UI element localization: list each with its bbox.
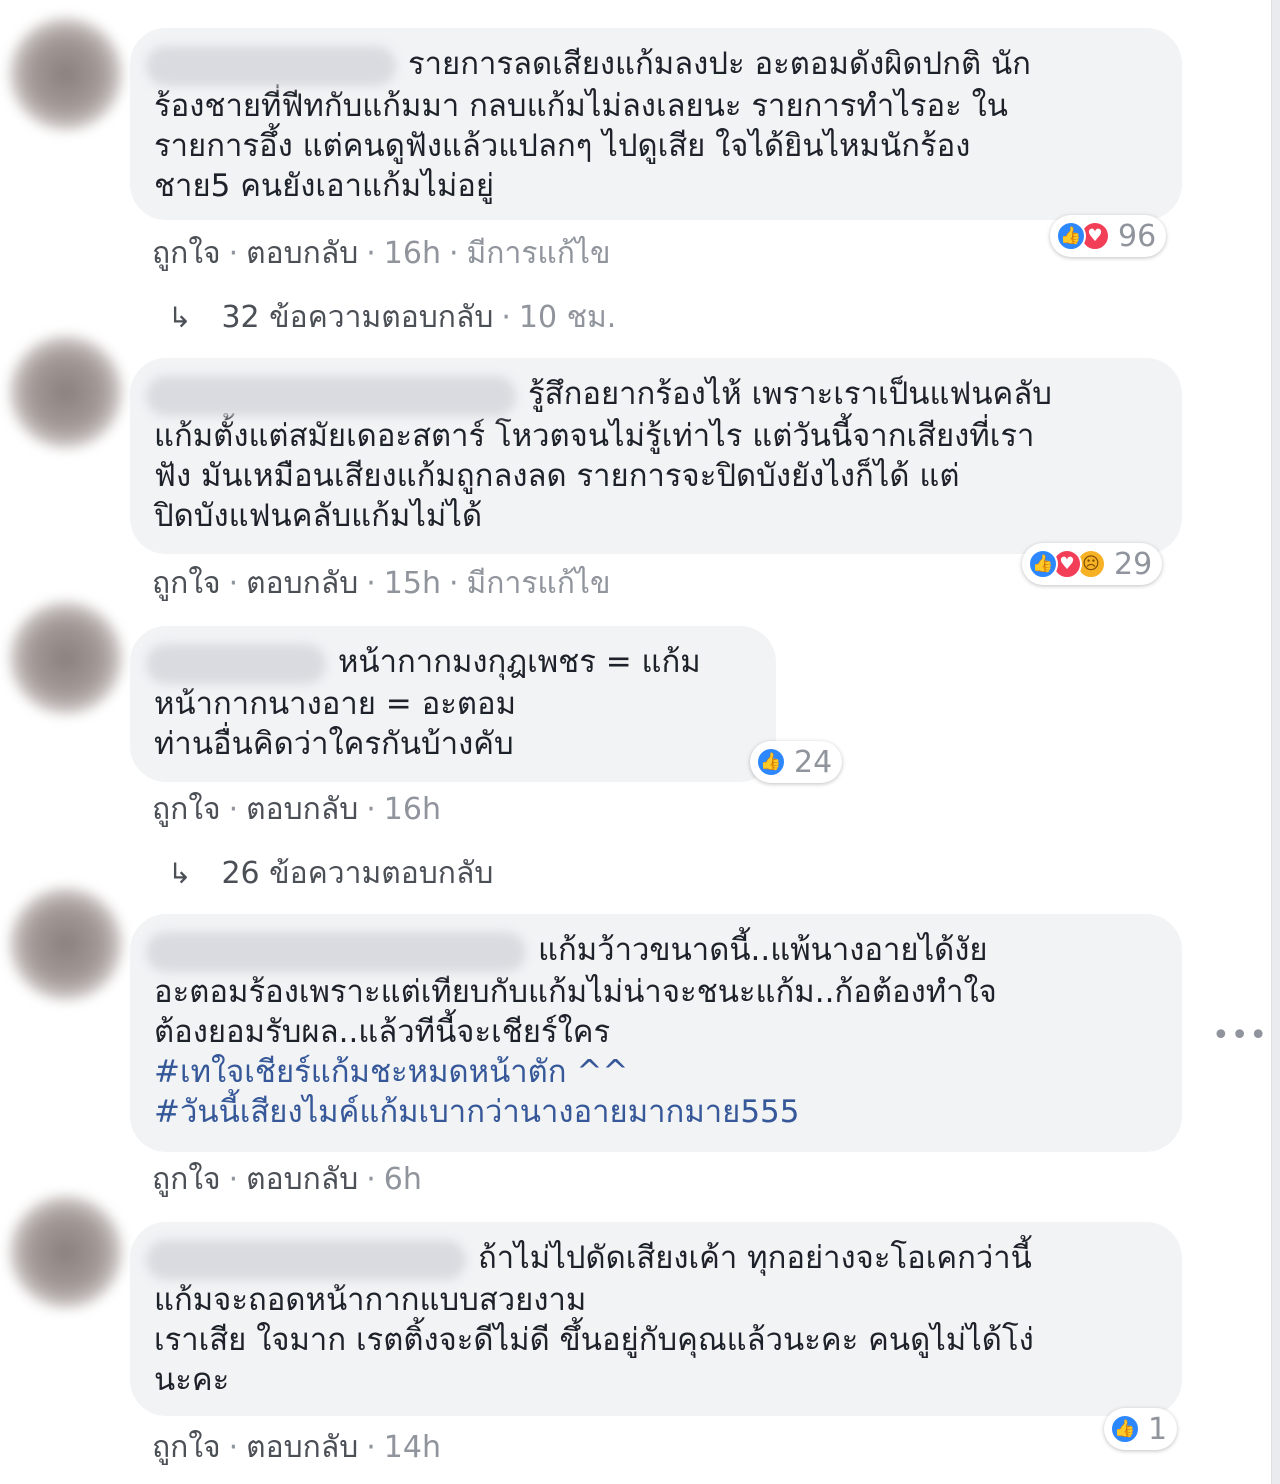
comment-text-line: นะคะ (154, 1361, 230, 1398)
comment-text-line: ปิดบังแฟนคลับแก้มไม่ได้ (154, 497, 483, 534)
hashtag-link[interactable]: #เทใจเชียร์แก้มชะหมดหน้าตัก ^^ (154, 1052, 1152, 1092)
comment-actions: ถูกใจ · ตอบกลับ · 14h (152, 1424, 441, 1471)
like-link[interactable]: ถูกใจ (152, 1162, 221, 1197)
like-link[interactable]: ถูกใจ (152, 236, 221, 271)
like-link[interactable]: ถูกใจ (152, 566, 221, 601)
comment-text-line: ร้องชายที่ฟีทกับแก้มมา กลบแก้มไม่ลงเลยนะ… (154, 87, 1008, 124)
timestamp[interactable]: 14h (384, 1430, 441, 1465)
commenter-name[interactable] (146, 1239, 466, 1280)
replies-time: 10 ชม. (518, 300, 617, 335)
comment-text-line: แก้มตั้งแต่สมัยเดอะสตาร์ โหวตจนไม่รู้เท่… (154, 417, 1035, 454)
comment-text-line: เราเสีย ใจมาก เรตติ้งจะดีไม่ดี ขึ้นอยู่ก… (154, 1321, 1034, 1358)
separator: · (366, 792, 376, 827)
comment-text-line: รายการลดเสียงแก้มลงปะ อะตอมดังผิดปกติ นั… (408, 46, 1031, 82)
reply-link[interactable]: ตอบกลับ (246, 1430, 358, 1465)
reply-link[interactable]: ตอบกลับ (246, 792, 358, 827)
separator: · (448, 236, 459, 271)
separator: · (228, 1430, 239, 1465)
comment-text-line: อะตอมร้องเพราะแต่เทียบกับแก้มไม่น่าจะชนะ… (154, 973, 997, 1010)
edited-label[interactable]: มีการแก้ไข (467, 236, 611, 271)
hashtag-link[interactable]: #วันนี้เสียงไมค์แก้มเบากว่านางอายมากมาย5… (154, 1092, 1152, 1132)
reaction-count: 96 (1118, 218, 1157, 254)
scroll-edge (1271, 0, 1280, 1484)
comment-text-line: ชาย5 คนยังเอาแก้มไม่อยู่ (154, 167, 495, 204)
comment-text-line: แก้มว้าวขนาดนี้..แพ้นางอายได้งัย (538, 932, 988, 968)
more-options-icon[interactable]: ••• (1212, 1018, 1268, 1053)
comment-actions: ถูกใจ · ตอบกลับ · 16h · มีการแก้ไข (152, 230, 611, 277)
reaction-count: 24 (794, 744, 833, 780)
comment-bubble: ถ้าไม่ไปดัดเสียงเค้า ทุกอย่างจะโอเคกว่าน… (130, 1222, 1182, 1416)
avatar[interactable] (10, 18, 122, 130)
avatar[interactable] (10, 1196, 122, 1308)
timestamp[interactable]: 16h (384, 236, 441, 271)
comment-bubble: หน้ากากมงกุฎเพชร = แก้ม หน้ากากนางอาย = … (130, 626, 776, 782)
comment-text-line: ถ้าไม่ไปดัดเสียงเค้า ทุกอย่างจะโอเคกว่าน… (478, 1240, 1032, 1276)
avatar[interactable] (10, 888, 122, 1000)
replies-count: 32 ข้อความตอบกลับ (221, 300, 494, 335)
separator: · (228, 1162, 239, 1197)
separator: · (366, 1430, 376, 1465)
separator: · (366, 236, 376, 271)
replies-count: 26 ข้อความตอบกลับ (221, 856, 494, 891)
view-replies-link[interactable]: ↳ 32 ข้อความตอบกลับ · 10 ชม. (168, 294, 616, 341)
like-link[interactable]: ถูกใจ (152, 792, 221, 827)
like-link[interactable]: ถูกใจ (152, 1430, 221, 1465)
comment-text-line: หน้ากากนางอาย = อะตอม (154, 685, 517, 722)
comment-actions: ถูกใจ · ตอบกลับ · 6h (152, 1156, 422, 1203)
separator: · (448, 566, 459, 601)
reactions-summary[interactable]: 👍 1 (1104, 1408, 1178, 1450)
comment-text-line: แก้มจะถอดหน้ากากแบบสวยงาม (154, 1281, 587, 1318)
timestamp[interactable]: 16h (384, 792, 441, 827)
commenter-name[interactable] (146, 45, 396, 86)
separator: · (366, 566, 376, 601)
commenter-name[interactable] (146, 643, 326, 684)
like-icon: 👍 (1110, 1414, 1140, 1444)
separator: · (366, 1162, 376, 1197)
like-icon: 👍 (1056, 221, 1086, 251)
reactions-summary[interactable]: 👍 ♥ ☹ 29 (1022, 543, 1163, 585)
reaction-count: 29 (1114, 546, 1153, 582)
separator: · (228, 236, 239, 271)
timestamp[interactable]: 15h (384, 566, 441, 601)
like-icon: 👍 (1028, 549, 1058, 579)
reply-arrow-icon: ↳ (168, 857, 192, 890)
comment-actions: ถูกใจ · ตอบกลับ · 16h (152, 786, 441, 833)
view-replies-link[interactable]: ↳ 26 ข้อความตอบกลับ (168, 850, 493, 897)
commenter-name[interactable] (146, 931, 526, 972)
separator: · (501, 300, 511, 335)
reactions-summary[interactable]: 👍 24 (750, 741, 843, 783)
reply-link[interactable]: ตอบกลับ (246, 566, 358, 601)
comment-bubble: รายการลดเสียงแก้มลงปะ อะตอมดังผิดปกติ นั… (130, 28, 1182, 220)
reply-link[interactable]: ตอบกลับ (246, 1162, 358, 1197)
comment-text-line: รู้สึกอยากร้องไห้ เพราะเราเป็นแฟนคลับ (528, 376, 1052, 412)
comment-text-line: รายการอึ้ง แต่คนดูฟังแล้วแปลกๆ ไปดูเสีย … (154, 127, 971, 164)
comment-text-line: ฟัง มันเหมือนเสียงแก้มถูกลงลด รายการจะปิ… (154, 457, 960, 494)
comment-bubble: แก้มว้าวขนาดนี้..แพ้นางอายได้งัย อะตอมร้… (130, 914, 1182, 1152)
comment-actions: ถูกใจ · ตอบกลับ · 15h · มีการแก้ไข (152, 560, 611, 607)
comment-text-line: ท่านอื่นคิดว่าใครกันบ้างคับ (154, 725, 514, 762)
avatar[interactable] (10, 336, 122, 448)
reply-link[interactable]: ตอบกลับ (246, 236, 358, 271)
reply-arrow-icon: ↳ (168, 301, 192, 334)
comment-bubble: รู้สึกอยากร้องไห้ เพราะเราเป็นแฟนคลับ แก… (130, 358, 1182, 554)
separator: · (228, 566, 239, 601)
timestamp[interactable]: 6h (384, 1162, 422, 1197)
reactions-summary[interactable]: 👍 ♥ 96 (1050, 215, 1167, 257)
separator: · (228, 792, 239, 827)
like-icon: 👍 (756, 747, 786, 777)
edited-label[interactable]: มีการแก้ไข (467, 566, 611, 601)
comment-text-line: ต้องยอมรับผล..แล้วทีนี้จะเชียร์ใคร (154, 1013, 611, 1050)
reaction-count: 1 (1148, 1411, 1168, 1447)
avatar[interactable] (10, 602, 122, 714)
comment-text-line: หน้ากากมงกุฎเพชร = แก้ม (338, 644, 701, 680)
commenter-name[interactable] (146, 375, 516, 416)
